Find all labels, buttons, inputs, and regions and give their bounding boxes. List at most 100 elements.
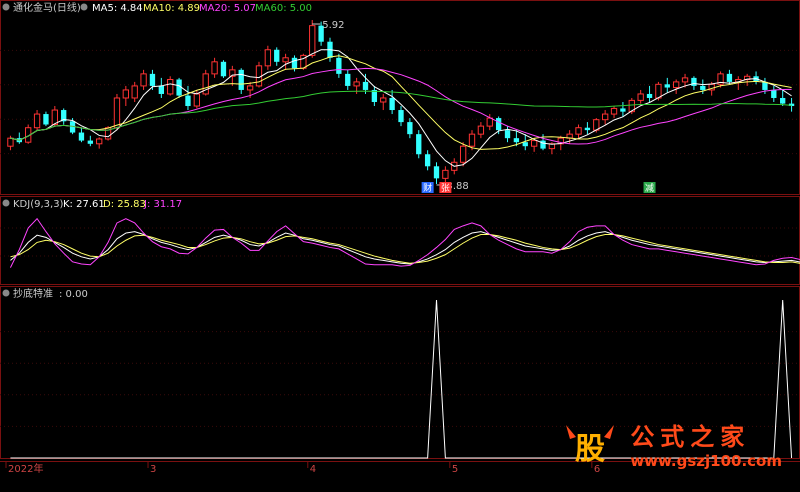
candle-body	[87, 140, 93, 144]
candle-body	[442, 169, 449, 179]
candle-body	[131, 85, 138, 99]
ma5-label: MA5: 4.84	[92, 3, 143, 14]
candle-body	[43, 114, 49, 125]
event-marker-label: 张	[441, 183, 450, 194]
candle-body	[309, 25, 316, 56]
price-annotation-label: 5.92	[322, 20, 344, 31]
x-tick-label: 2022年	[8, 462, 43, 475]
candle-body	[362, 81, 369, 90]
candle-body	[7, 137, 14, 147]
stock-title: 通化金马(日线)	[13, 1, 81, 14]
candle-body	[610, 107, 618, 115]
settings-icon[interactable]	[80, 3, 88, 11]
kdj-label: KDJ(9,3,3)	[13, 199, 64, 210]
candle-body	[664, 84, 670, 88]
x-tick-label: 5	[452, 464, 458, 475]
candle-body	[584, 127, 591, 131]
candle-body	[291, 57, 298, 69]
candle-body	[780, 97, 786, 104]
kdj-d-line	[10, 233, 800, 264]
signal-header: 抄底特准 : 0.00	[2, 287, 88, 300]
candle-body	[691, 77, 697, 86]
candle-body	[380, 97, 387, 103]
x-tick-label: 4	[310, 464, 316, 475]
kdj-j-value: J: 31.17	[143, 199, 182, 210]
candle-body	[424, 154, 431, 167]
candle-body	[78, 132, 85, 141]
candle-body	[336, 57, 342, 74]
candle-body	[353, 81, 360, 87]
candle-body	[140, 73, 147, 87]
candle-body	[96, 138, 103, 145]
candle-body	[540, 140, 546, 149]
candle-body	[416, 134, 422, 155]
signal-value: : 0.00	[59, 289, 88, 300]
candle-body	[495, 118, 502, 131]
candle-body	[167, 78, 174, 95]
candlesticks	[7, 20, 795, 184]
signal-collapse-icon[interactable]	[2, 289, 10, 297]
kdj-k-line	[10, 231, 800, 265]
candle-body	[637, 93, 644, 101]
candle-body	[345, 73, 351, 86]
candle-body	[185, 95, 191, 107]
kdj-k-value: K: 27.61	[63, 199, 105, 210]
candle-body	[282, 57, 289, 63]
candle-body	[193, 93, 201, 107]
candle-body	[238, 69, 244, 90]
candle-body	[33, 113, 41, 129]
kdj-lines	[9, 217, 800, 268]
x-axis: 2022年 3 4 5 6	[5, 462, 600, 475]
kdj-collapse-icon[interactable]	[2, 199, 10, 207]
signal-label: 抄底特准	[13, 287, 53, 300]
ma20-label: MA20: 5.07	[199, 3, 256, 14]
price-panel-frame	[0, 0, 800, 195]
event-marker-label: 财	[423, 182, 432, 194]
candle-body	[575, 127, 582, 135]
collapse-icon[interactable]	[2, 3, 10, 11]
candle-body	[113, 97, 121, 129]
candle-body	[459, 145, 467, 163]
gu-logo-icon: 股	[566, 424, 615, 467]
candle-body	[530, 140, 538, 147]
candle-body	[522, 142, 528, 147]
candle-body	[149, 73, 156, 86]
candle-body	[486, 117, 493, 127]
price-header: 通化金马(日线) MA5: 4.84 MA10: 4.89 MA20: 5.07…	[2, 1, 312, 14]
candle-body	[601, 113, 609, 121]
candle-body	[681, 77, 689, 83]
candle-body	[726, 73, 733, 82]
ma10-label: MA10: 4.89	[143, 3, 200, 14]
candle-body	[264, 49, 272, 67]
event-marker-label: 减	[645, 182, 654, 194]
candle-body	[389, 97, 395, 111]
kdj-d-value: D: 25.83	[103, 199, 146, 210]
x-tick-label: 3	[150, 464, 156, 475]
candle-body	[673, 81, 680, 89]
candle-body	[504, 130, 511, 139]
svg-text:股: 股	[575, 432, 605, 467]
candle-body	[274, 49, 280, 62]
watermark-url: www.gszj100.com	[630, 452, 782, 470]
watermark: 股 公式之家 www.gszj100.com	[560, 417, 782, 470]
candle-body	[122, 89, 129, 99]
candle-body	[220, 61, 227, 77]
candle-body	[477, 125, 485, 135]
candle-body	[468, 133, 476, 147]
candle-body	[246, 85, 254, 91]
candle-body	[771, 89, 777, 98]
ma10-line	[10, 55, 792, 150]
candle-body	[433, 166, 440, 179]
candle-body	[407, 122, 413, 135]
kdj-j-line	[9, 217, 800, 268]
kdj-header: KDJ(9,3,3) K: 27.61 D: 25.83 J: 31.17	[2, 199, 182, 210]
candle-body	[646, 93, 653, 98]
ma60-label: MA60: 5.00	[255, 3, 312, 14]
candle-body	[513, 138, 520, 143]
candle-body	[158, 85, 164, 94]
candle-body	[620, 108, 626, 112]
candle-body	[700, 85, 706, 90]
candle-body	[398, 110, 404, 123]
candle-body	[211, 61, 218, 75]
candle-body	[655, 83, 662, 99]
